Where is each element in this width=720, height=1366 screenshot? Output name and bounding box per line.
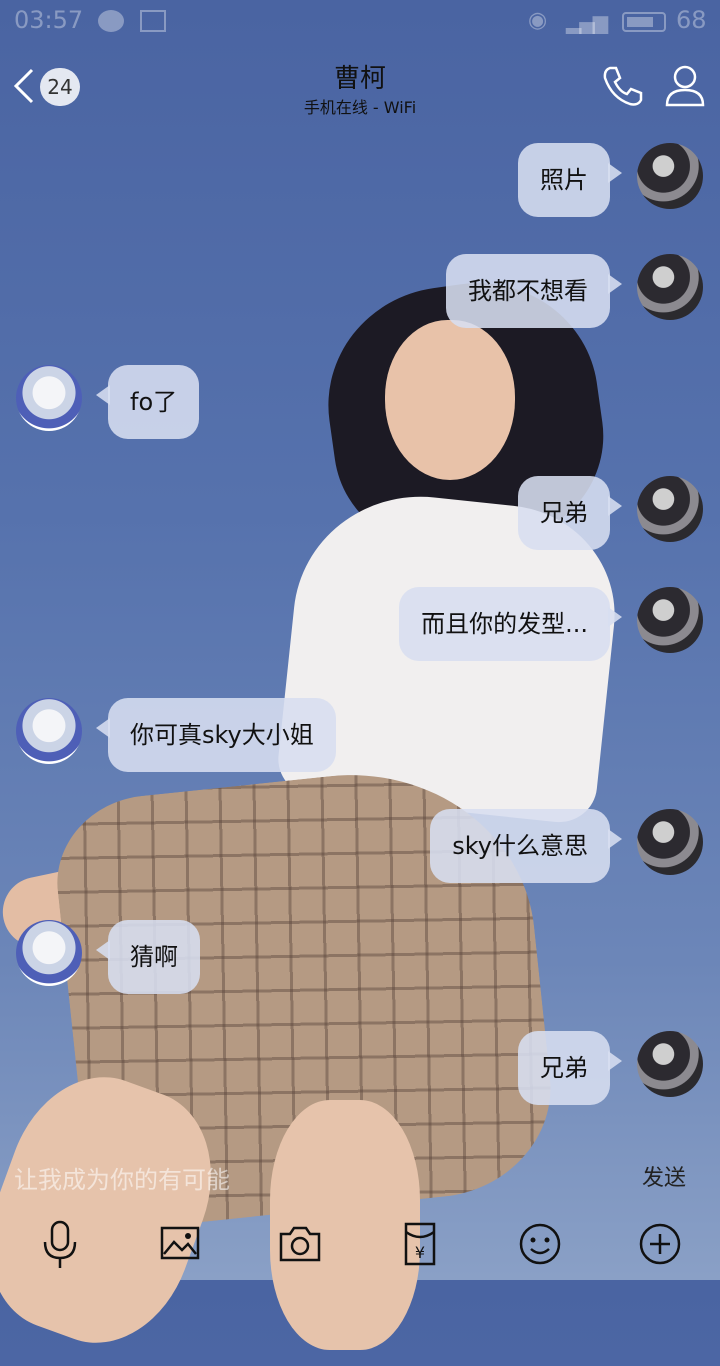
contact-avatar[interactable] — [16, 365, 82, 431]
phone-call-icon[interactable] — [600, 64, 644, 108]
contact-avatar[interactable] — [16, 698, 82, 764]
message-bubble[interactable]: 照片 — [518, 143, 622, 217]
red-packet-icon[interactable]: ¥ — [396, 1218, 444, 1270]
emoji-icon[interactable] — [516, 1218, 564, 1270]
message-bubble[interactable]: 我都不想看 — [446, 254, 622, 328]
my-avatar[interactable] — [637, 254, 703, 320]
status-bar: 03:57 ◉ ▂▄▆ 68 — [0, 0, 720, 44]
my-avatar[interactable] — [637, 809, 703, 875]
svg-text:¥: ¥ — [415, 1243, 425, 1262]
battery-level: 68 — [676, 6, 707, 34]
message-input[interactable]: 让我成为你的有可能 — [14, 1160, 230, 1195]
plus-icon[interactable] — [636, 1218, 684, 1270]
my-avatar[interactable] — [637, 587, 703, 653]
status-time: 03:57 — [14, 6, 84, 34]
camera-icon[interactable] — [276, 1218, 324, 1270]
image-notification-icon — [140, 10, 166, 32]
message-bubble[interactable]: fo了 — [95, 365, 200, 439]
message-bubble[interactable]: 你可真sky大小姐 — [96, 698, 336, 772]
signal-icon: ▂▄▆ — [566, 10, 608, 34]
message-bubble[interactable]: 兄弟 — [518, 1031, 622, 1105]
message-bubble[interactable]: 而且你的发型... — [399, 587, 622, 661]
send-button[interactable]: 发送 — [642, 1160, 686, 1192]
profile-icon[interactable] — [664, 64, 706, 108]
message-notification-icon — [98, 10, 124, 32]
my-avatar[interactable] — [637, 143, 703, 209]
chat-wallpaper — [0, 0, 720, 1366]
my-avatar[interactable] — [637, 476, 703, 542]
message-bubble[interactable]: 兄弟 — [518, 476, 622, 550]
battery-icon — [622, 12, 666, 32]
message-bubble[interactable]: 猜啊 — [96, 920, 200, 994]
message-bubble[interactable]: sky什么意思 — [430, 809, 622, 883]
contact-avatar[interactable] — [16, 920, 82, 986]
input-toolbar: ¥ — [0, 1218, 720, 1274]
image-icon[interactable] — [156, 1218, 204, 1270]
my-avatar[interactable] — [637, 1031, 703, 1097]
mic-icon[interactable] — [36, 1218, 84, 1270]
wifi-icon: ◉ — [528, 8, 548, 33]
